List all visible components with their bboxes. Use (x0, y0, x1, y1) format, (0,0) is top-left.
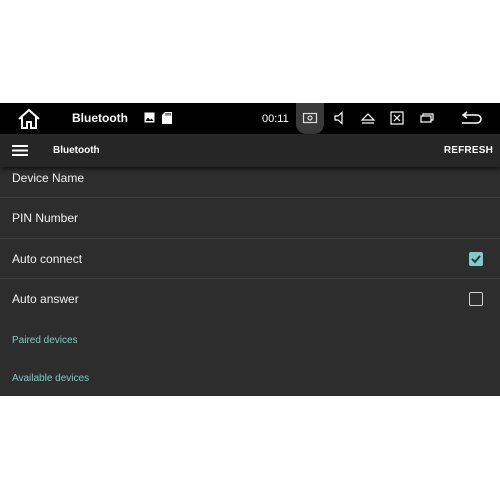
screenshot-button[interactable] (296, 103, 324, 134)
refresh-button[interactable]: REFRESH (444, 145, 493, 156)
paired-devices-label: Paired devices (12, 334, 78, 346)
device-name-row[interactable]: Device Name (0, 167, 500, 198)
auto-answer-row[interactable]: Auto answer (0, 279, 500, 320)
window-icon[interactable] (419, 110, 435, 126)
close-window-icon[interactable] (389, 110, 405, 126)
pin-number-label: PIN Number (12, 211, 79, 225)
auto-connect-checkbox[interactable] (469, 251, 483, 266)
device-name-label: Device Name (12, 171, 85, 185)
home-icon[interactable] (17, 108, 41, 130)
available-devices-header: Available devices (0, 358, 500, 396)
auto-connect-row[interactable]: Auto connect (0, 239, 500, 279)
settings-list: Device Name PIN Number Auto connect Auto… (0, 167, 500, 396)
screenshot-icon (302, 112, 318, 124)
eject-icon[interactable] (360, 110, 376, 126)
app-bar: Bluetooth REFRESH (0, 134, 500, 167)
auto-answer-label: Auto answer (12, 292, 79, 306)
auto-answer-checkbox[interactable] (469, 292, 483, 306)
status-title: Bluetooth (72, 111, 128, 125)
status-bar: Bluetooth 00:11 (0, 103, 500, 134)
image-icon (144, 112, 155, 123)
volume-icon[interactable] (331, 110, 347, 126)
bluetooth-screen: Bluetooth 00:11 Bluetooth REFRESH Device… (0, 103, 500, 396)
paired-devices-header: Paired devices (0, 320, 500, 358)
auto-connect-label: Auto connect (12, 251, 83, 266)
page-title: Bluetooth (53, 145, 100, 156)
menu-icon[interactable] (12, 144, 28, 157)
available-devices-label: Available devices (12, 372, 90, 384)
clock: 00:11 (262, 113, 289, 125)
pin-number-row[interactable]: PIN Number (0, 198, 500, 239)
back-icon[interactable] (459, 110, 483, 126)
sd-card-icon (162, 112, 172, 124)
